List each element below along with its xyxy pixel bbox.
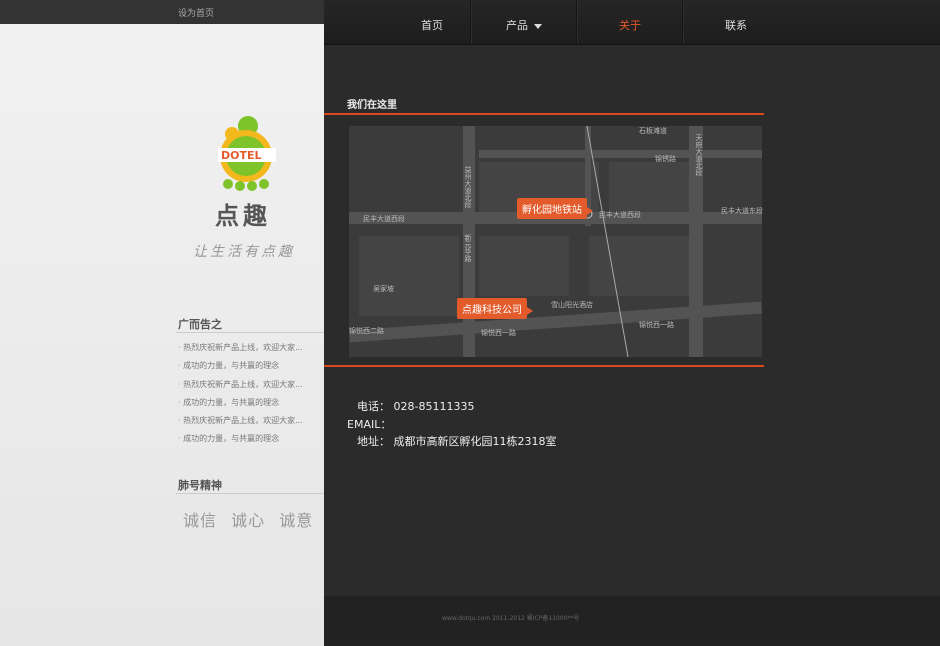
spirit-section-title: 肺号精神: [178, 479, 222, 492]
news-item[interactable]: 热烈庆祝新产品上线，欢迎大家...: [178, 412, 318, 430]
divider: [324, 365, 764, 367]
street-label: 新元华路: [464, 234, 472, 262]
nav-contact-label: 联系: [725, 19, 747, 32]
address-row: 地址： 成都市高新区孵化园11栋2318室: [357, 433, 557, 449]
address-label: 地址：: [357, 435, 390, 448]
nav-about[interactable]: 关于: [578, 0, 682, 44]
news-list: 热烈庆祝新产品上线，欢迎大家... 成功的力量，与共赢的理念 热烈庆祝新产品上线…: [178, 339, 318, 449]
top-nav: 首页 产品 关于 联系: [324, 0, 940, 45]
map-marker-company[interactable]: 点趣科技公司: [457, 298, 533, 319]
nav-products[interactable]: 产品: [472, 0, 576, 44]
divider: [324, 113, 764, 115]
divider: [176, 332, 324, 333]
logo-name: 点趣: [215, 201, 271, 230]
street-label: 民丰大道西段: [363, 215, 405, 223]
page-title: 我们在这里: [347, 100, 397, 111]
street-label: 益州大道北段: [464, 166, 472, 208]
ads-section-title: 广而告之: [178, 318, 222, 331]
news-item[interactable]: 成功的力量，与共赢的理念: [178, 394, 318, 412]
street-label: 天府大道北段: [695, 134, 703, 176]
value-item: 诚信: [183, 511, 218, 530]
nav-home[interactable]: 首页: [394, 0, 470, 44]
news-item[interactable]: 热烈庆祝新产品上线，欢迎大家...: [178, 339, 318, 357]
news-item[interactable]: 热烈庆祝新产品上线，欢迎大家...: [178, 376, 318, 394]
street-label: 民丰大道东段: [721, 207, 763, 215]
value-item: 诚心: [231, 511, 266, 530]
email-row: EMAIL：: [347, 416, 391, 432]
nav-contact[interactable]: 联系: [684, 0, 788, 44]
map-marker-metro[interactable]: 孵化园地铁站: [517, 198, 593, 219]
address-value: 成都市高新区孵化园11栋2318室: [393, 435, 557, 448]
top-strip: 设为首页: [0, 0, 324, 24]
street-label: 吴家坡: [373, 285, 394, 293]
nav-about-label: 关于: [619, 19, 641, 32]
phone-value: 028-85111335: [393, 400, 475, 413]
footer-copyright: www.dotqu.com 2011-2012 蜀ICP备11000**号: [442, 615, 580, 622]
street-label: 民丰大道西段: [599, 211, 641, 219]
street-label: 锦锈路: [655, 155, 676, 163]
divider: [176, 493, 324, 494]
phone-row: 电话： 028-85111335: [357, 398, 474, 414]
email-label: EMAIL：: [347, 418, 392, 431]
street-label: 锦悦西一路: [481, 329, 516, 337]
news-item[interactable]: 成功的力量，与共赢的理念: [178, 430, 318, 448]
nav-products-label: 产品: [506, 19, 528, 32]
slogan: 让生活有点趣: [193, 244, 295, 260]
location-map[interactable]: 石板滩道 锦锈路 天府大道北段 益州大道北段 民丰大道西段 民丰大道西段 民丰大…: [349, 126, 763, 357]
caret-down-icon: [534, 23, 542, 29]
footer: www.dotqu.com 2011-2012 蜀ICP备11000**号: [324, 596, 940, 646]
set-homepage-link[interactable]: 设为首页: [178, 6, 214, 19]
street-label: 锦悦西二路: [349, 327, 384, 335]
street-label: 锦悦西一路: [639, 321, 674, 329]
street-label: 雪山阳光酒店: [551, 301, 593, 309]
street-label: 石板滩道: [639, 127, 667, 135]
news-item[interactable]: 成功的力量，与共赢的理念: [178, 357, 318, 375]
values-row: 诚信 诚心 诚意: [183, 507, 321, 531]
phone-label: 电话：: [357, 400, 390, 413]
value-item: 诚意: [279, 511, 314, 530]
nav-home-label: 首页: [421, 19, 443, 32]
logo-brand: DOTEL: [221, 149, 262, 162]
